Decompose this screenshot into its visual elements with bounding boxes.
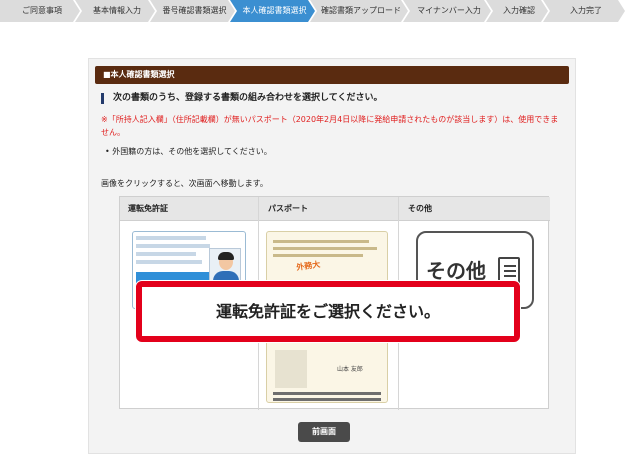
step-label: ご同意事項 bbox=[22, 6, 62, 15]
license-text-line bbox=[136, 260, 202, 264]
passport-notice: ※「所持人記入欄」（住所記載欄）が無いパスポート（2020年2月4日以降に発給申… bbox=[101, 115, 559, 137]
step-label: 確認書類アップロード bbox=[321, 6, 401, 15]
doc-line bbox=[504, 265, 516, 267]
other-label: その他 bbox=[426, 259, 486, 283]
step-my-number: マイナンバー入力 bbox=[403, 0, 491, 22]
step-label: 基本情報入力 bbox=[93, 6, 141, 15]
license-text-line bbox=[136, 236, 206, 240]
step-basic-info: 基本情報入力 bbox=[75, 0, 155, 22]
passport-photo bbox=[275, 350, 307, 388]
table-header: 運転免許証 パスポート その他 bbox=[120, 197, 550, 221]
step-confirm: 入力確認 bbox=[486, 0, 548, 22]
passport-text-line bbox=[273, 240, 369, 243]
passport-mrz-line bbox=[273, 392, 381, 395]
step-label: 本人確認書類選択 bbox=[242, 6, 307, 15]
page-root: ご同意事項 基本情報入力 番号確認書類選択 本人確認書類選択 確認書類アップロー… bbox=[0, 0, 640, 459]
step-number-doc: 番号確認書類選択 bbox=[150, 0, 235, 22]
license-text-line bbox=[136, 244, 210, 248]
doc-line bbox=[504, 275, 516, 277]
photo-hair bbox=[218, 252, 234, 260]
step-label: マイナンバー入力 bbox=[417, 6, 481, 15]
step-identity-doc: 本人確認書類選択 bbox=[230, 0, 315, 22]
step-complete: 入力完了 bbox=[543, 0, 625, 22]
header-drivers-license: 運転免許証 bbox=[128, 204, 168, 213]
instruction-text: 次の書類のうち、登録する書類の組み合わせを選択してください。 bbox=[101, 93, 382, 104]
step-label: 入力確認 bbox=[503, 6, 535, 15]
step-label: 入力完了 bbox=[570, 6, 602, 15]
passport-mrz-line bbox=[273, 398, 381, 401]
panel-heading: ■本人確認書類選択 bbox=[95, 66, 569, 84]
click-hint: 画像をクリックすると、次画面へ移動します。 bbox=[101, 179, 268, 188]
license-text-line bbox=[136, 252, 196, 256]
header-passport: パスポート bbox=[268, 204, 308, 213]
selection-panel: ■本人確認書類選択 次の書類のうち、登録する書類の組み合わせを選択してください。… bbox=[88, 58, 576, 454]
callout-message: 運転免許証をご選択ください。 bbox=[215, 302, 440, 321]
select-license-callout: 運転免許証をご選択ください。 bbox=[136, 281, 520, 342]
step-label: 番号確認書類選択 bbox=[162, 6, 227, 15]
passport-holder-name: 山本 友郎 bbox=[337, 366, 363, 373]
step-upload: 確認書類アップロード bbox=[310, 0, 408, 22]
foreign-national-note: • 外国籍の方は、その他を選択してください。 bbox=[105, 147, 272, 156]
doc-line bbox=[504, 270, 516, 272]
progress-steps: ご同意事項 基本情報入力 番号確認書類選択 本人確認書類選択 確認書類アップロー… bbox=[0, 0, 640, 22]
passport-text-line bbox=[273, 254, 363, 257]
previous-screen-button[interactable]: 前画面 bbox=[298, 422, 350, 442]
header-other: その他 bbox=[408, 204, 432, 213]
passport-text-line bbox=[273, 247, 377, 250]
step-consent: ご同意事項 bbox=[0, 0, 80, 22]
